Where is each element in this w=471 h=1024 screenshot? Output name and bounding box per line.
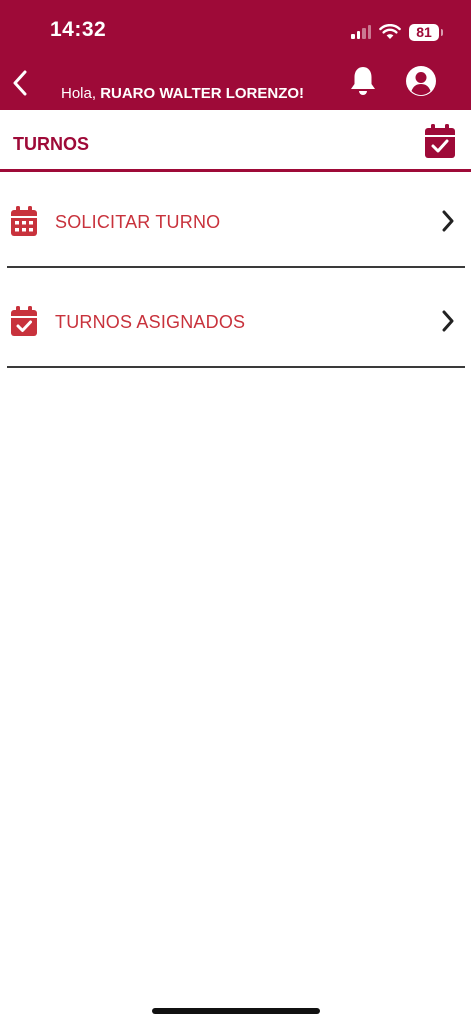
section-header: TURNOS <box>0 110 471 172</box>
calendar-check-icon <box>425 124 455 158</box>
top-bar: 14:32 81 Hola, RUARO WALTER LORENZO! <box>0 0 471 110</box>
menu-item-label: SOLICITAR TURNO <box>55 212 221 232</box>
chevron-right-icon <box>442 310 454 332</box>
battery-level: 81 <box>416 24 432 40</box>
status-icons: 81 <box>351 20 443 44</box>
menu-item-label: TURNOS ASIGNADOS <box>55 312 246 332</box>
calendar-icon <box>11 206 37 236</box>
signal-icon <box>351 25 371 39</box>
greeting-prefix: Hola, <box>61 85 101 102</box>
page-title: TURNOS <box>13 134 89 154</box>
greeting: Hola, RUARO WALTER LORENZO! <box>61 85 304 102</box>
chevron-right-icon <box>442 210 454 232</box>
user-circle-icon <box>406 66 436 96</box>
menu-item-solicitar-turno[interactable]: SOLICITAR TURNO <box>7 172 465 268</box>
menu-item-turnos-asignados[interactable]: TURNOS ASIGNADOS <box>7 272 465 368</box>
status-time: 14:32 <box>50 18 107 41</box>
bell-icon <box>351 67 375 95</box>
notifications-button[interactable] <box>346 64 380 98</box>
chevron-left-icon <box>13 70 27 96</box>
battery-indicator: 81 <box>409 23 443 41</box>
profile-button[interactable] <box>404 64 438 98</box>
wifi-icon <box>379 24 401 39</box>
calendar-check-icon <box>11 306 37 336</box>
home-indicator[interactable] <box>152 1008 320 1014</box>
back-button[interactable] <box>8 68 32 98</box>
user-name: RUARO WALTER LORENZO! <box>100 85 305 102</box>
